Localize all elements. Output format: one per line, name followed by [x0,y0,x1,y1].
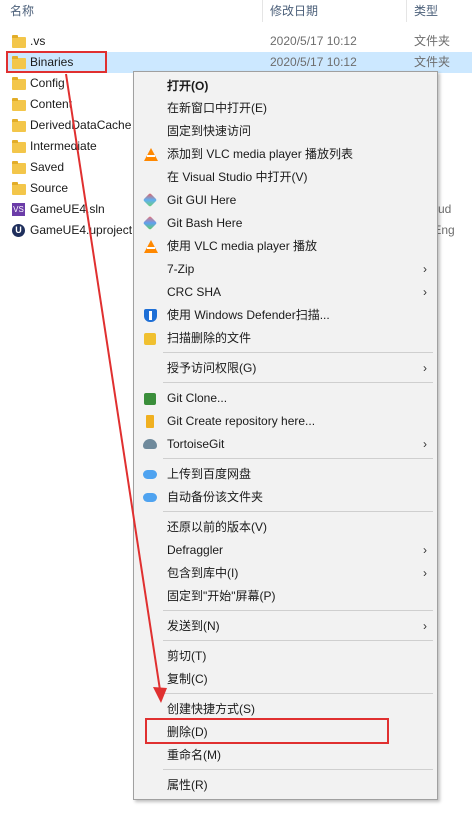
annotation-arrow [65,73,167,703]
